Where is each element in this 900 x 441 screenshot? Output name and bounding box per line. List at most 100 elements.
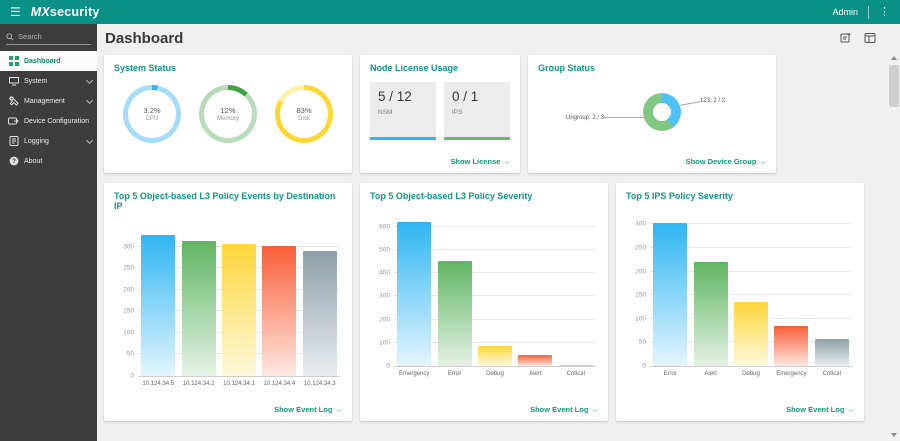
x-axis-label: 10.124.34.4 bbox=[263, 381, 296, 387]
bar-Emergency[interactable] bbox=[774, 325, 809, 366]
sidebar-item-logging[interactable]: Logging bbox=[0, 131, 97, 151]
chart-title: Top 5 Object-based L3 Policy Events by D… bbox=[114, 191, 336, 211]
scroll-down-icon[interactable] bbox=[888, 429, 900, 441]
sidebar-item-device-configuration[interactable]: Device Configuration bbox=[0, 111, 97, 131]
y-axis-tick: 600 bbox=[379, 223, 390, 231]
management-icon bbox=[8, 96, 19, 107]
group-donut-chart[interactable] bbox=[643, 93, 681, 131]
svg-text:?: ? bbox=[12, 158, 16, 165]
bar-Error[interactable] bbox=[653, 223, 688, 366]
status-donut-disk: 83% Disk bbox=[275, 85, 333, 143]
vertical-scrollbar[interactable] bbox=[888, 52, 900, 441]
y-axis-tick: 250 bbox=[635, 244, 646, 252]
search-input[interactable] bbox=[18, 32, 88, 41]
chevron-down-icon bbox=[85, 76, 94, 84]
x-axis-label: 10.124.34.1 bbox=[223, 381, 255, 387]
y-axis-tick: 100 bbox=[635, 315, 646, 323]
donut-leader-line bbox=[680, 101, 700, 106]
bar-10.124.34.3[interactable] bbox=[302, 251, 337, 376]
sidebar-item-label: About bbox=[24, 157, 43, 165]
donut-label: 123: 2 / 2 bbox=[700, 98, 726, 104]
show-event-log-link[interactable]: Show Event Log → bbox=[274, 405, 342, 414]
gauge-value: 3.2% bbox=[143, 106, 161, 115]
sidebar-item-label: System bbox=[24, 77, 48, 85]
bar-Alert[interactable] bbox=[518, 354, 553, 366]
gauge-label: Memory bbox=[217, 116, 239, 122]
sidebar-item-system[interactable]: System bbox=[0, 71, 97, 91]
search-icon bbox=[6, 32, 14, 41]
show-device-group-link[interactable]: Show Device Group → bbox=[686, 157, 766, 166]
y-axis-tick: 500 bbox=[379, 246, 390, 254]
bar-chart-plot[interactable]: 0 50 100 150 200 250 300 bbox=[635, 215, 852, 370]
license-tile-ips: 0 / 1 IPS bbox=[444, 82, 510, 140]
sidebar-item-management[interactable]: Management bbox=[0, 91, 97, 111]
bar-Emergency[interactable] bbox=[397, 221, 432, 366]
sidebar-item-dashboard[interactable]: Dashboard bbox=[0, 51, 97, 71]
gauge-label: CPU bbox=[145, 116, 159, 122]
export-report-icon[interactable] bbox=[840, 32, 852, 44]
device-configuration-icon bbox=[8, 116, 19, 127]
gauge-value: 83% bbox=[296, 106, 312, 115]
chart-title: Top 5 Object-based L3 Policy Severity bbox=[370, 191, 533, 201]
show-license-link[interactable]: Show License → bbox=[450, 157, 510, 166]
chart-card-ips-policy-severity: Top 5 IPS Policy Severity 0 50 100 150 200 25… bbox=[616, 183, 864, 421]
y-axis-tick: 300 bbox=[379, 292, 390, 300]
show-event-log-link[interactable]: Show Event Log → bbox=[786, 405, 854, 414]
scroll-up-icon[interactable] bbox=[888, 52, 900, 64]
bar-Debug[interactable] bbox=[733, 302, 768, 366]
y-axis-tick: 250 bbox=[123, 264, 134, 272]
y-axis-tick: 0 bbox=[386, 362, 390, 370]
bar-Alert[interactable] bbox=[693, 262, 728, 366]
show-event-log-link[interactable]: Show Event Log → bbox=[530, 405, 598, 414]
bar-Critical[interactable] bbox=[558, 364, 593, 366]
x-axis-label: Error bbox=[447, 371, 462, 377]
x-axis-labels: Error Alert Debug Emergency Critical bbox=[650, 371, 852, 377]
y-axis-tick: 300 bbox=[123, 243, 134, 251]
group-donut-plot: 123: 2 / 2 Ungroup: 2 / 3 bbox=[538, 73, 766, 153]
y-axis-tick: 50 bbox=[126, 350, 134, 358]
bar-Error[interactable] bbox=[437, 261, 472, 366]
y-axis-tick: 0 bbox=[642, 362, 646, 370]
bar-10.124.34.1[interactable] bbox=[221, 243, 256, 376]
license-value: 0 / 1 bbox=[452, 89, 479, 104]
bar-10.124.34.4[interactable] bbox=[262, 245, 297, 376]
bars-container bbox=[650, 215, 852, 366]
x-axis-label: 10.124.34.5 bbox=[142, 381, 175, 387]
sidebar-item-label: Management bbox=[24, 97, 65, 105]
app-header: ☰ MXsecurity Admin ⋮ bbox=[0, 0, 900, 24]
kebab-menu-icon[interactable]: ⋮ bbox=[879, 6, 890, 18]
chart-title: Top 5 IPS Policy Severity bbox=[626, 191, 733, 201]
user-menu[interactable]: Admin bbox=[832, 7, 858, 17]
system-status-card: System Status 3.2% CPU 12% Memory 83% Disk bbox=[104, 55, 352, 173]
x-axis-labels: 10.124.34.5 10.124.34.2 10.124.34.1 10.124.… bbox=[138, 381, 340, 387]
y-axis-tick: 200 bbox=[123, 286, 134, 294]
bar-10.124.34.5[interactable] bbox=[141, 234, 176, 376]
bar-Debug[interactable] bbox=[477, 345, 512, 366]
about-icon: ? bbox=[8, 156, 19, 167]
license-label: NSM bbox=[378, 109, 393, 116]
sidebar-item-label: Device Configuration bbox=[24, 117, 89, 125]
y-axis-tick: 300 bbox=[635, 220, 646, 228]
status-donut-cpu: 3.2% CPU bbox=[123, 85, 181, 143]
y-axis-tick: 100 bbox=[379, 339, 390, 347]
widget-layout-icon[interactable] bbox=[864, 32, 876, 44]
bar-Critical[interactable] bbox=[814, 338, 849, 366]
header-divider bbox=[868, 5, 869, 19]
bar-chart-plot[interactable]: 0 50 100 150 200 250 300 bbox=[123, 225, 340, 380]
sidebar-item-about[interactable]: ? About bbox=[0, 151, 97, 171]
card-title: System Status bbox=[114, 63, 177, 73]
scrollbar-thumb[interactable] bbox=[889, 65, 899, 107]
menu-icon[interactable]: ☰ bbox=[10, 6, 21, 18]
main-content: Dashboard System Status 3.2% CPU 12% Memory… bbox=[97, 24, 900, 441]
bars-container bbox=[138, 225, 340, 376]
x-axis-label: 10.124.34.2 bbox=[182, 381, 215, 387]
card-title: Group Status bbox=[538, 63, 596, 73]
y-axis-tick: 100 bbox=[123, 329, 134, 337]
x-axis-label: 10.124.34.3 bbox=[303, 381, 336, 387]
y-axis-tick: 50 bbox=[638, 338, 646, 346]
dashboard-icon bbox=[8, 56, 19, 67]
bar-10.124.34.2[interactable] bbox=[181, 241, 216, 376]
bar-chart-plot[interactable]: 0 100 200 300 400 500 600 bbox=[379, 215, 596, 370]
donut-label: Ungroup: 2 / 3 bbox=[566, 115, 605, 121]
x-axis-label: Debug bbox=[742, 371, 760, 377]
